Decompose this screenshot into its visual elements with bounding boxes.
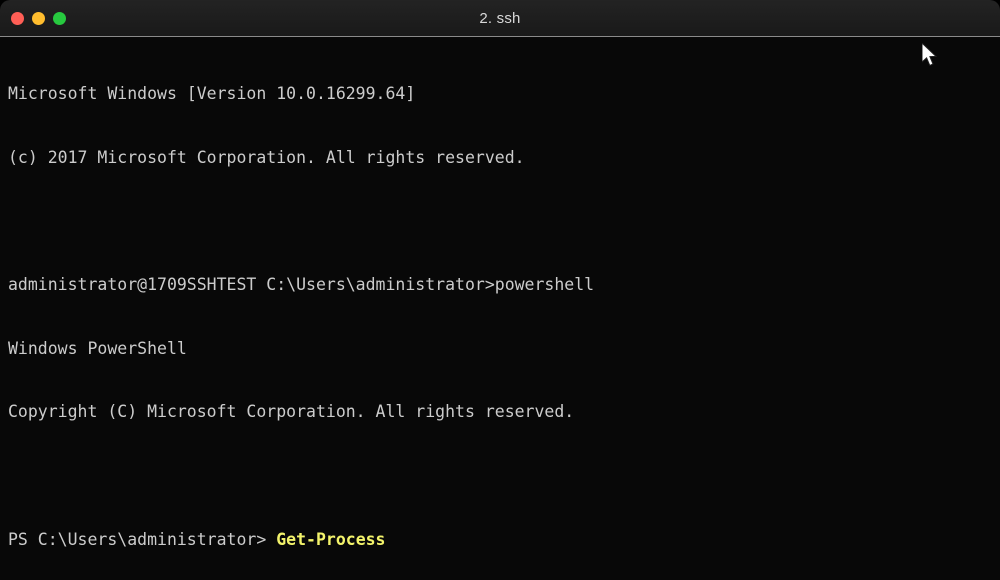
minimize-button[interactable] [32,11,45,25]
powershell-prompt-line: PS C:\Users\administrator> Get-Process [8,529,1000,550]
powershell-banner-line: Windows PowerShell [8,338,187,358]
window-title: 2. ssh [479,9,521,27]
prompt-text: PS C:\Users\administrator> [8,529,277,549]
window-titlebar[interactable]: 2. ssh [0,0,1000,37]
banner-line: (c) 2017 Microsoft Corporation. All righ… [8,148,525,168]
powershell-banner-line: Copyright (C) Microsoft Corporation. All… [8,402,575,422]
cmd-prompt-line: administrator@1709SSHTEST C:\Users\admin… [8,275,595,295]
terminal-output[interactable]: Microsoft Windows [Version 10.0.16299.64… [0,37,1000,580]
close-button[interactable] [11,11,24,25]
zoom-button[interactable] [53,11,66,25]
arrow-cursor-icon [922,43,938,67]
window-controls [11,0,66,36]
entered-command: Get-Process [276,529,386,549]
terminal-window: 2. ssh Microsoft Windows [Version 10.0.1… [0,0,1000,580]
banner-line: Microsoft Windows [Version 10.0.16299.64… [8,84,416,104]
